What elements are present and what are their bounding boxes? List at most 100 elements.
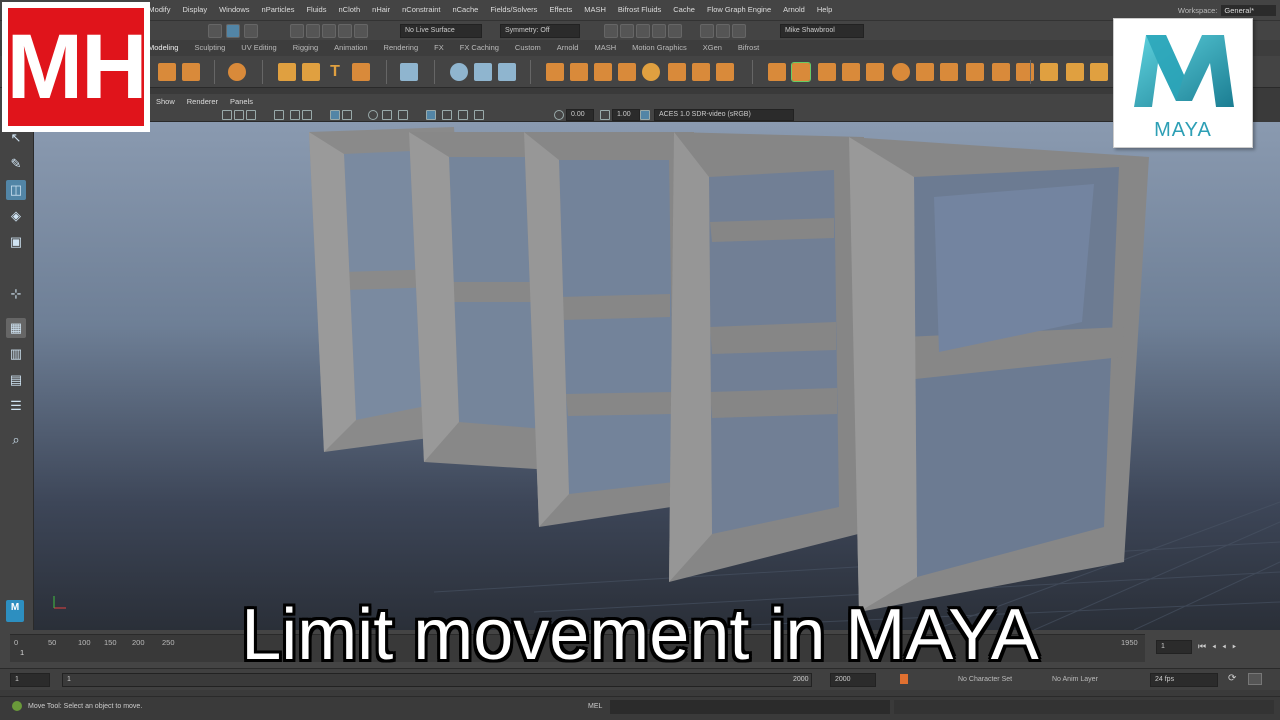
menu-nparticles[interactable]: nParticles [256, 0, 301, 20]
move-tool-icon[interactable]: ◫ [6, 180, 26, 200]
shelf-boolean-icon[interactable] [618, 63, 636, 81]
shelf-tab-uv-editing[interactable]: UV Editing [233, 40, 284, 56]
menu-arnold[interactable]: Arnold [777, 0, 811, 20]
exposure-field[interactable]: 0.00 [566, 109, 594, 121]
shelf-super-shape-icon[interactable] [278, 63, 296, 81]
menu-nhair[interactable]: nHair [366, 0, 396, 20]
textured-icon[interactable] [368, 110, 378, 120]
workspace-selector[interactable]: Workspace: General* [1178, 0, 1276, 20]
shelf-fill-hole-icon[interactable] [866, 63, 884, 81]
character-controls-icon[interactable] [716, 24, 730, 38]
search-icon[interactable]: ⌕ [6, 430, 26, 450]
mel-command-input[interactable] [610, 700, 890, 714]
shelf-combine-icon[interactable] [546, 63, 564, 81]
menu-bifrost-fluids[interactable]: Bifrost Fluids [612, 0, 667, 20]
bookmarks-icon[interactable] [234, 110, 244, 120]
snap-point-icon[interactable] [322, 24, 336, 38]
outliner-layout-icon[interactable]: ☰ [6, 396, 26, 416]
menu-windows[interactable]: Windows [213, 0, 255, 20]
shelf-smooth-icon[interactable] [642, 63, 660, 81]
exposure-icon[interactable] [554, 110, 564, 120]
select-object-icon[interactable] [226, 24, 240, 38]
pause-icon[interactable] [732, 24, 746, 38]
shelf-cube-icon[interactable] [182, 63, 200, 81]
workspace-dropdown[interactable]: General* [1221, 4, 1276, 16]
camera-attributes-icon[interactable] [222, 110, 232, 120]
shelf-connect-icon[interactable] [940, 63, 958, 81]
film-gate-icon[interactable] [290, 110, 300, 120]
shelf-bridge-icon[interactable] [791, 62, 811, 82]
menu-nconstraint[interactable]: nConstraint [396, 0, 446, 20]
shelf-separate-icon[interactable] [570, 63, 588, 81]
menu-ncloth[interactable]: nCloth [332, 0, 366, 20]
lasso-tool-icon[interactable]: ✎ [6, 154, 26, 174]
hypershade-icon[interactable] [668, 24, 682, 38]
shelf-multicut-icon[interactable] [892, 63, 910, 81]
shelf-coordinates-icon[interactable] [498, 63, 516, 81]
shelf-sweep-icon[interactable] [302, 63, 320, 81]
shelf-extract-icon[interactable] [594, 63, 612, 81]
shelf-average-icon[interactable] [668, 63, 686, 81]
shelf-tab-custom[interactable]: Custom [507, 40, 549, 56]
four-view-icon[interactable]: ▥ [6, 344, 26, 364]
shelf-mirror-icon[interactable] [692, 63, 710, 81]
mel-label[interactable]: MEL [588, 703, 602, 710]
shelf-poke-icon[interactable] [1016, 63, 1034, 81]
menu-ncache[interactable]: nCache [446, 0, 484, 20]
shelf-tab-bifrost[interactable]: Bifrost [730, 40, 767, 56]
render-view-icon[interactable] [604, 24, 618, 38]
menu-display[interactable]: Display [177, 0, 214, 20]
resolution-gate-icon[interactable] [302, 110, 312, 120]
shadows-icon[interactable] [398, 110, 408, 120]
lights-icon[interactable] [382, 110, 392, 120]
menu-help[interactable]: Help [811, 0, 838, 20]
shelf-paint-icon[interactable] [1040, 63, 1058, 81]
color-management-icon[interactable] [640, 110, 650, 120]
smooth-shade-icon[interactable] [342, 110, 352, 120]
xray-joints-icon[interactable] [458, 110, 468, 120]
single-view-icon[interactable]: ▦ [6, 318, 26, 338]
rotate-tool-icon[interactable]: ◈ [6, 206, 26, 226]
wireframe-icon[interactable] [330, 110, 340, 120]
shelf-tab-sculpting[interactable]: Sculpting [186, 40, 233, 56]
live-surface-field[interactable]: No Live Surface [400, 24, 482, 38]
gamma-icon[interactable] [600, 110, 610, 120]
shelf-freeze-icon[interactable] [474, 63, 492, 81]
scale-tool-icon[interactable]: ▣ [6, 232, 26, 252]
shelf-tab-fx[interactable]: FX [426, 40, 452, 56]
select-hierarchy-icon[interactable] [208, 24, 222, 38]
shelf-tab-rigging[interactable]: Rigging [285, 40, 326, 56]
isolate-select-icon[interactable] [426, 110, 436, 120]
shelf-uv-icon[interactable] [1066, 63, 1084, 81]
ipr-render-icon[interactable] [636, 24, 650, 38]
symmetry-dropdown[interactable]: Symmetry: Off [500, 24, 580, 38]
shelf-tab-animation[interactable]: Animation [326, 40, 375, 56]
shelf-cleanup-icon[interactable] [716, 63, 734, 81]
shelf-tab-motion-graphics[interactable]: Motion Graphics [624, 40, 695, 56]
snap-curve-icon[interactable] [306, 24, 320, 38]
xray-components-icon[interactable] [474, 110, 484, 120]
panel-menu-show[interactable]: Show [150, 97, 181, 106]
menu-fluids[interactable]: Fluids [300, 0, 332, 20]
shelf-center-pivot-icon[interactable] [450, 63, 468, 81]
shelf-platonic-icon[interactable] [228, 63, 246, 81]
shelf-bevel-icon[interactable] [842, 63, 860, 81]
window-frame-5[interactable] [849, 137, 1149, 612]
window-frame-4[interactable] [669, 132, 866, 582]
gamma-field[interactable]: 1.00 [612, 109, 640, 121]
shelf-tab-xgen[interactable]: XGen [695, 40, 730, 56]
render-settings-icon[interactable] [652, 24, 666, 38]
grid-toggle-icon[interactable] [274, 110, 284, 120]
menu-mash[interactable]: MASH [578, 0, 612, 20]
shelf-sphere-icon[interactable] [158, 63, 176, 81]
panel-menu-renderer[interactable]: Renderer [181, 97, 224, 106]
two-view-icon[interactable]: ▤ [6, 370, 26, 390]
image-plane-icon[interactable] [246, 110, 256, 120]
shelf-svg-icon[interactable] [352, 63, 370, 81]
panel-menu-panels[interactable]: Panels [224, 97, 259, 106]
shelf-type-icon[interactable]: T [326, 63, 344, 81]
menu-effects[interactable]: Effects [543, 0, 578, 20]
select-component-icon[interactable] [244, 24, 258, 38]
last-tool-icon[interactable]: ⊹ [6, 284, 26, 304]
snap-view-plane-icon[interactable] [354, 24, 368, 38]
